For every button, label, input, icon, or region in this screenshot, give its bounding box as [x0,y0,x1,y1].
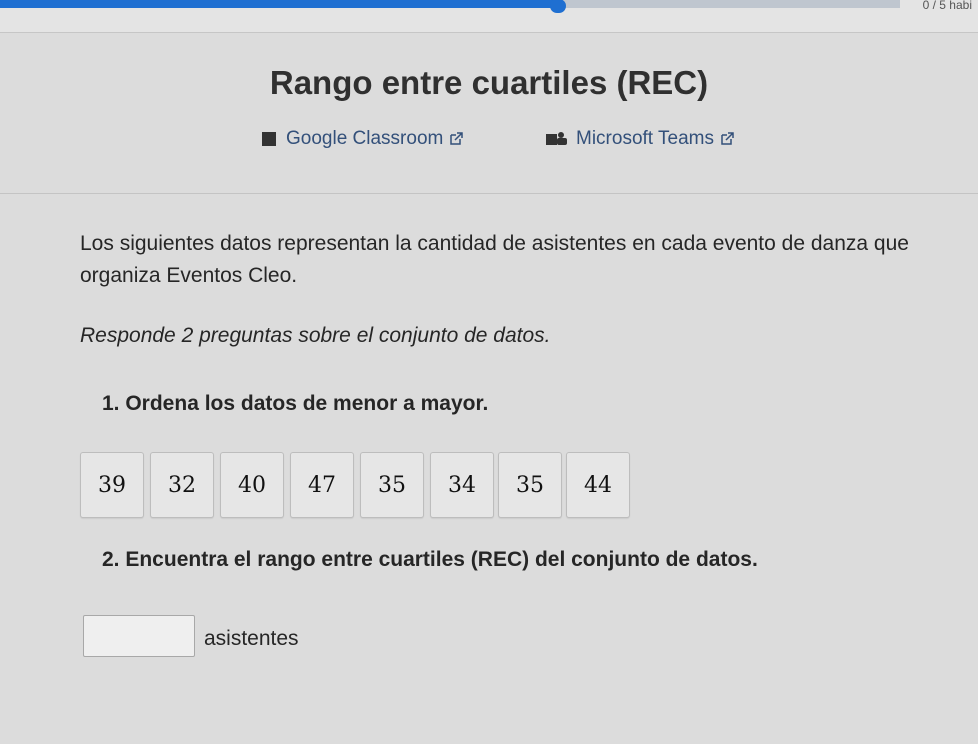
question-2: 2. Encuentra el rango entre cuartiles (R… [102,548,758,571]
external-link-icon [450,132,464,145]
problem-instructions: Responde 2 preguntas sobre el conjunto d… [80,324,551,347]
microsoft-teams-link[interactable]: Microsoft Teams [546,128,734,150]
draggable-tile[interactable]: 34 [430,452,494,518]
draggable-tile[interactable]: 32 [150,452,214,518]
top-bar: 0 / 5 habi [0,0,978,33]
progress-marker [550,0,566,13]
problem-intro: Los siguientes datos representan la cant… [80,232,909,287]
skills-count: 0 / 5 habi [922,0,972,12]
google-classroom-link[interactable]: Google Classroom [262,128,464,150]
question-1: 1. Ordena los datos de menor a mayor. [102,392,489,415]
draggable-tile[interactable]: 44 [566,452,630,518]
progress-bar [0,0,900,13]
page-title: Rango entre cuartiles (REC) [269,64,709,101]
google-classroom-label: Google Classroom [286,128,444,149]
microsoft-teams-icon [546,132,567,145]
divider [0,193,978,194]
external-link-icon [721,132,734,145]
answer-unit: asistentes [204,627,299,650]
draggable-tile[interactable]: 35 [360,452,424,518]
draggable-tile[interactable]: 40 [220,452,284,518]
draggable-tile[interactable]: 39 [80,452,144,518]
draggable-tile[interactable]: 35 [498,452,562,518]
microsoft-teams-label: Microsoft Teams [576,128,714,149]
progress-fill [0,0,558,8]
answer-input[interactable] [83,615,195,657]
google-classroom-icon [262,132,276,146]
draggable-tile[interactable]: 47 [290,452,354,518]
